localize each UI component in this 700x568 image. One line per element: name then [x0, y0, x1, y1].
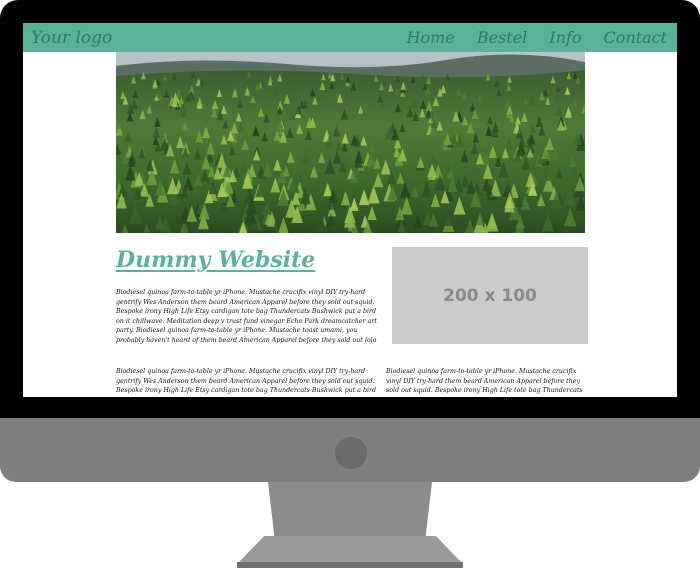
- power-button-icon: [335, 437, 367, 469]
- monitor-stand-base: [237, 536, 463, 564]
- site-header: Your logo Home Bestel Info Contact: [23, 23, 677, 52]
- monitor-stand-foot: [237, 562, 463, 568]
- site-logo[interactable]: Your logo: [31, 28, 112, 48]
- nav-link-bestel[interactable]: Bestel: [477, 28, 527, 47]
- main-nav: Home Bestel Info Contact: [385, 28, 667, 47]
- nav-link-contact[interactable]: Contact: [603, 28, 667, 47]
- page-title[interactable]: Dummy Website: [116, 247, 315, 273]
- body-paragraph: Biodiesel quinoa farm-to-table yr iPhone…: [386, 368, 583, 397]
- monitor-stand-neck: [268, 482, 432, 538]
- image-placeholder: 200 x 100: [392, 247, 588, 344]
- nav-link-info[interactable]: Info: [549, 28, 581, 47]
- monitor-screen: Your logo Home Bestel Info Contact Dummy…: [23, 23, 677, 397]
- body-paragraph: Biodiesel quinoa farm-to-table yr iPhone…: [116, 289, 377, 344]
- hero-image: [116, 52, 585, 233]
- nav-link-home[interactable]: Home: [407, 28, 455, 47]
- body-paragraph: Biodiesel quinoa farm-to-table yr iPhone…: [116, 368, 377, 397]
